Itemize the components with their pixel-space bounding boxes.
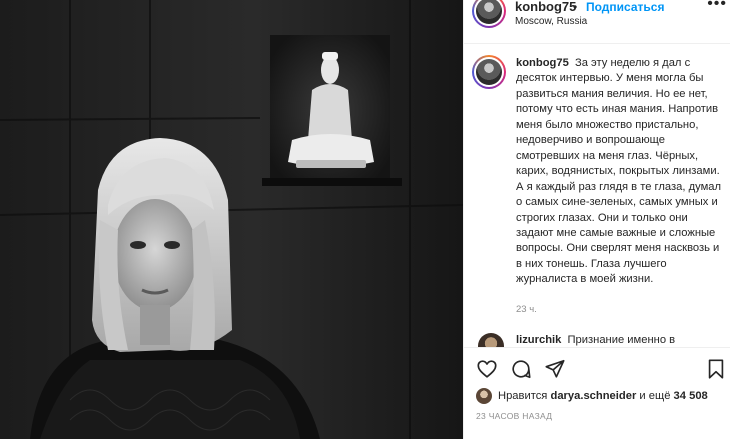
follow-button[interactable]: Подписаться (586, 0, 664, 14)
liker-username[interactable]: darya.schneider (550, 390, 636, 402)
likes-count[interactable]: 34 508 (674, 390, 708, 402)
caption-avatar[interactable] (472, 55, 506, 89)
action-bar: Нравится darya.schneider и ещё 34 508 23… (464, 347, 730, 439)
more-options-icon[interactable]: ••• (707, 0, 727, 12)
author-avatar[interactable] (472, 0, 506, 28)
caption-timestamp[interactable]: 23 ч. (516, 304, 537, 315)
likes-middle: и ещё (639, 390, 671, 402)
comment-text: lizurchik Признание именно в (516, 334, 675, 346)
likes-prefix: Нравится (498, 390, 548, 402)
header-separator: • (573, 0, 578, 14)
liker-avatar (476, 388, 492, 404)
bookmark-icon[interactable] (705, 358, 727, 380)
caption-body: За эту неделю я дал с десяток интервью. … (516, 57, 722, 286)
commenter-avatar[interactable] (478, 333, 504, 347)
post-date[interactable]: 23 ЧАСОВ НАЗАД (476, 411, 552, 421)
commenter-username[interactable]: lizurchik (516, 334, 561, 346)
comment-body: Признание именно в (567, 334, 676, 346)
author-username[interactable]: konbog75 (515, 0, 576, 14)
caption-username[interactable]: konbog75 (516, 57, 569, 69)
comment-icon[interactable] (510, 358, 532, 380)
likes-summary[interactable]: Нравится darya.schneider и ещё 34 508 (476, 388, 708, 404)
post-panel: konbog75 • Подписаться Moscow, Russia ••… (463, 0, 730, 439)
share-icon[interactable] (544, 358, 566, 380)
post-header: konbog75 • Подписаться Moscow, Russia ••… (464, 0, 730, 44)
post-location[interactable]: Moscow, Russia (515, 16, 587, 28)
caption-text: konbog75 За эту неделю я дал с десяток и… (516, 56, 724, 288)
heart-icon[interactable] (476, 358, 498, 380)
comments-section[interactable]: konbog75 За эту неделю я дал с десяток и… (464, 45, 730, 347)
post-photo[interactable] (0, 0, 463, 439)
post-image (0, 0, 463, 439)
